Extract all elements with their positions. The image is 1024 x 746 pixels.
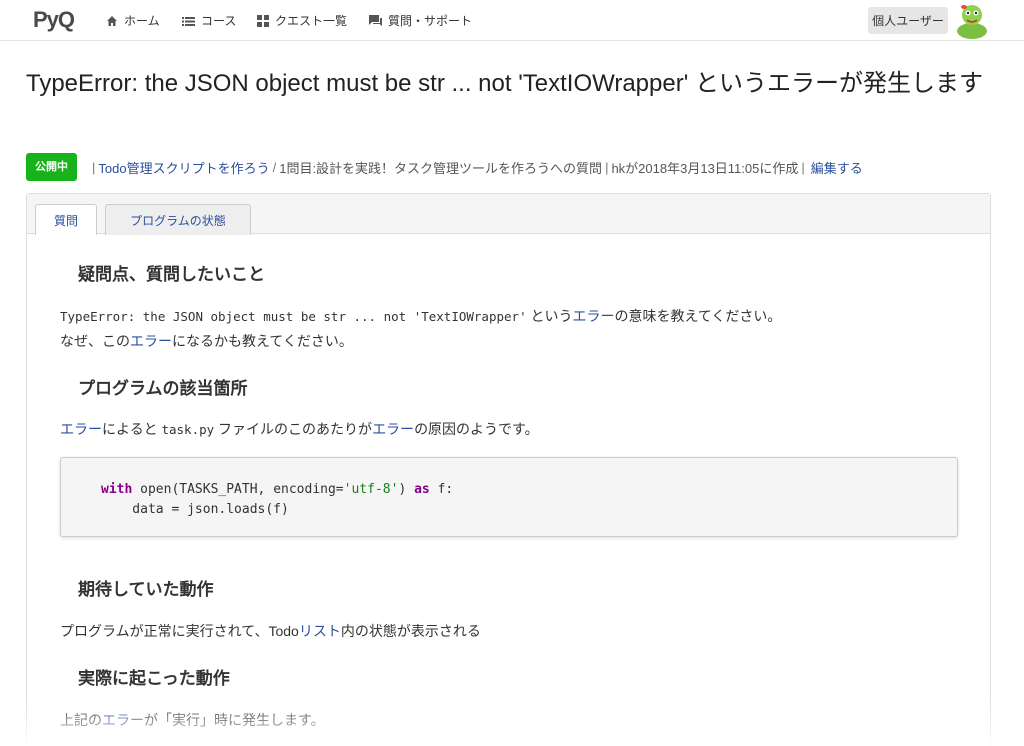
author-info: hkが2018年3月13日11:05に作成 [611,160,799,176]
nav-course[interactable]: コース [182,0,236,41]
code-line: data = json.loads(f) [101,502,289,517]
text: によると [102,421,162,437]
nav-home-label: ホーム [124,14,160,28]
meta-separator: | [92,159,96,175]
tab-question[interactable]: 質問 [35,204,97,235]
nav-support-label: 質問・サポート [388,14,473,28]
text: が「実行」時に発生します。 [144,712,325,728]
code-text: f: [429,482,454,497]
pyq-logo[interactable]: PyQ [33,5,75,35]
grid-icon [257,14,269,27]
home-icon [107,15,117,26]
error-code: TypeError: the JSON object must be str .… [60,309,527,324]
user-menu-button[interactable]: 個人ユーザー [868,7,948,34]
nav-home[interactable]: ホーム [106,0,160,41]
meta-separator: | [605,159,609,175]
list-link[interactable]: リスト [299,623,341,639]
keyword: as [414,482,430,497]
actual-heading: 実際に起こった動作 [78,669,230,688]
edit-link[interactable]: 編集する [811,158,863,177]
text: の原因のようです。 [414,421,539,437]
list-icon [182,16,195,26]
tab-program-state-label: プログラムの状態 [130,213,226,228]
question-heading: 疑問点、質問したいこと [78,265,265,284]
code-text: open(TASKS_PATH, encoding= [132,482,344,497]
code-text: ) [398,482,415,497]
error-link[interactable]: エラー [130,333,172,349]
top-navbar: PyQ ホーム コース クエスト一覧 質問・サポート 個人ユーザー [0,0,1024,41]
error-link[interactable]: エラー [572,308,614,324]
question-panel: 質問 プログラムの状態 疑問点、質問したいこと TypeError: the J… [26,193,991,746]
error-link[interactable]: エラー [372,421,414,437]
nav-quest-list[interactable]: クエスト一覧 [257,0,347,41]
meta-separator: / [272,159,277,175]
nav-support[interactable]: 質問・サポート [369,0,472,41]
logo-text: PyQ [33,7,75,32]
course-link[interactable]: Todo管理スクリプトを作ろう [98,158,269,177]
text: になるかも教えてください。 [172,333,353,349]
breadcrumb-question: 1問目:設計を実践！タスク管理ツールを作ろうへの質問 [279,160,603,176]
chat-icon [369,14,382,26]
text: プログラムが正常に実行されて、Todo [60,623,299,639]
nav-course-label: コース [201,14,237,28]
expected-body: プログラムが正常に実行されて、Todoリスト内の状態が表示される [60,619,481,643]
text: 内の状態が表示される [340,623,481,639]
keyword: with [101,482,133,497]
text: の意味を教えてください。 [614,308,782,324]
text: という [526,308,573,324]
error-link[interactable]: エラー [102,712,144,728]
user-menu-label: 個人ユーザー [872,14,944,28]
tab-program-state[interactable]: プログラムの状態 [105,204,251,235]
snake-mascot-icon[interactable] [952,1,992,41]
text: なぜ、この [60,333,130,349]
question-meta: 公開中 | Todo管理スクリプトを作ろう / 1問目:設計を実践！タスク管理ツ… [26,153,863,181]
question-body: TypeError: the JSON object must be str .… [60,304,781,353]
status-badge: 公開中 [26,153,77,181]
nav-quest-list-label: クエスト一覧 [275,14,348,28]
string-literal: 'utf-8' [343,482,399,497]
code-line: with open(TASKS_PATH, encoding='utf-8') … [101,480,957,500]
actual-body: 上記のエラーが「実行」時に発生します。 [60,708,325,732]
filename-code: task.py [161,422,215,437]
tab-question-label: 質問 [53,213,78,228]
tab-bar: 質問 プログラムの状態 [27,194,990,235]
expected-heading: 期待していた動作 [78,580,214,599]
program-body: エラーによると task.py ファイルのこのあたりがエラーの原因のようです。 [60,417,539,442]
error-link[interactable]: エラー [60,421,102,437]
meta-separator: | [801,159,805,175]
text: ファイルのこのあたりが [214,421,373,437]
page-title: TypeError: the JSON object must be str .… [26,70,983,97]
program-heading: プログラムの該当箇所 [78,379,248,398]
text: 上記の [60,712,102,728]
code-block: with open(TASKS_PATH, encoding='utf-8') … [60,457,958,537]
